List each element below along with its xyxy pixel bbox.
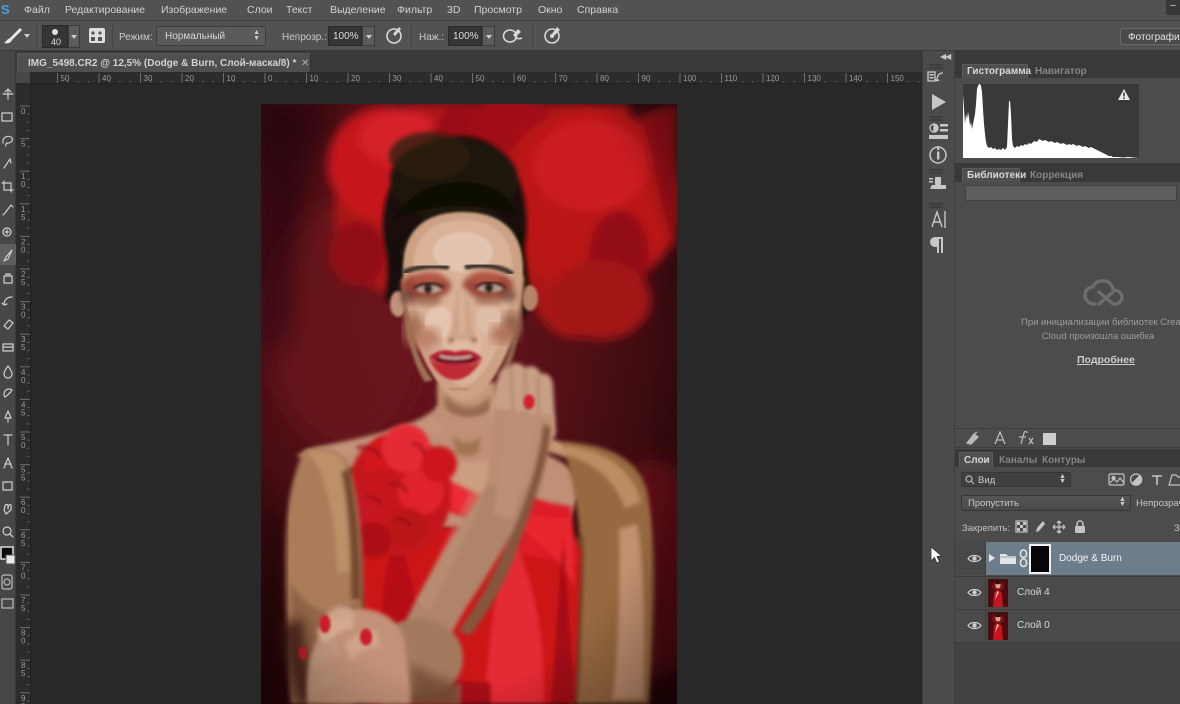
svg-text:5: 5 xyxy=(21,343,26,352)
svg-text:0: 0 xyxy=(21,506,26,515)
svg-text:5: 5 xyxy=(21,604,26,613)
svg-text:5: 5 xyxy=(21,539,26,548)
svg-text:90: 90 xyxy=(642,74,651,83)
svg-text:40: 40 xyxy=(434,74,443,83)
svg-text:0: 0 xyxy=(21,376,26,385)
svg-text:30: 30 xyxy=(393,74,402,83)
svg-text:0: 0 xyxy=(21,441,26,450)
svg-text:20: 20 xyxy=(185,74,194,83)
svg-text:5: 5 xyxy=(21,278,26,287)
svg-text:5: 5 xyxy=(21,669,26,678)
svg-text:40: 40 xyxy=(102,74,111,83)
svg-text:5: 5 xyxy=(21,140,26,149)
svg-text:50: 50 xyxy=(61,74,70,83)
svg-text:80: 80 xyxy=(600,74,609,83)
svg-text:0: 0 xyxy=(268,74,273,83)
svg-text:0: 0 xyxy=(21,180,26,189)
svg-text:60: 60 xyxy=(517,74,526,83)
svg-text:50: 50 xyxy=(476,74,485,83)
svg-text:0: 0 xyxy=(21,311,26,320)
svg-text:30: 30 xyxy=(144,74,153,83)
svg-text:0: 0 xyxy=(21,245,26,254)
svg-text:70: 70 xyxy=(559,74,568,83)
svg-text:5: 5 xyxy=(21,213,26,222)
svg-text:0: 0 xyxy=(21,637,26,646)
svg-text:110: 110 xyxy=(725,74,738,83)
svg-text:0: 0 xyxy=(21,571,26,580)
svg-text:10: 10 xyxy=(227,74,236,83)
svg-text:5: 5 xyxy=(21,408,26,417)
svg-text:5: 5 xyxy=(21,474,26,483)
svg-text:0: 0 xyxy=(21,107,26,116)
svg-text:10: 10 xyxy=(310,74,319,83)
svg-text:20: 20 xyxy=(351,74,360,83)
